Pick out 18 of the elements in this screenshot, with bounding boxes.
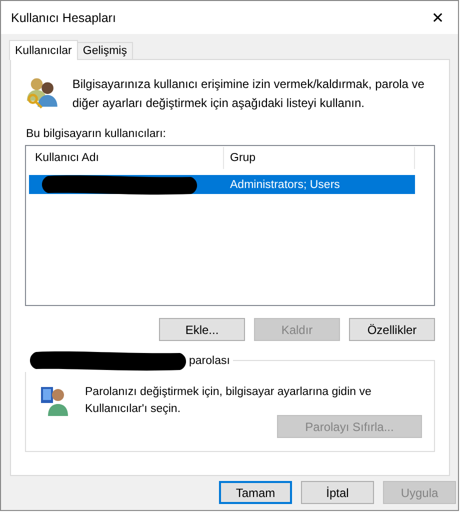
users-label: Bu bilgisayarın kullanıcıları:	[26, 128, 167, 140]
close-button[interactable]: ✕	[418, 1, 458, 34]
dialog-button[interactable]: İptal	[301, 481, 374, 504]
column-header[interactable]: Kullanıcı Adı	[29, 147, 224, 169]
dialog-button[interactable]: Ekle...	[159, 318, 245, 341]
users-list[interactable]: Kullanıcı Adı Grup Administrators; Users	[25, 145, 435, 306]
user-computer-icon	[39, 384, 71, 416]
column-header[interactable]: Grup	[224, 147, 415, 169]
group-title: parolası	[189, 355, 230, 367]
dialog-button[interactable]: Özellikler	[349, 318, 435, 341]
tab[interactable]: Kullanıcılar	[9, 40, 78, 60]
group-cell-text: Administrators; Users	[229, 178, 341, 190]
tab[interactable]: Gelişmiş	[76, 42, 133, 59]
intro-text: Bilgisayarınıza kullanıcı erişimine izin vermek/kaldırmak, parola ve diğer ayarları değiştirmek için aşağıdaki listeyi kullanın.	[72, 76, 426, 112]
user-row[interactable]: Administrators; Users	[29, 175, 415, 194]
password-text: Parolanızı değiştirmek için, bilgisayar ayarlarına gidin ve Kullanıcılar'ı seçin.	[85, 385, 372, 417]
window-title: Kullanıcı Hesapları	[11, 10, 116, 24]
dialog-button[interactable]: Tamam	[219, 481, 292, 504]
